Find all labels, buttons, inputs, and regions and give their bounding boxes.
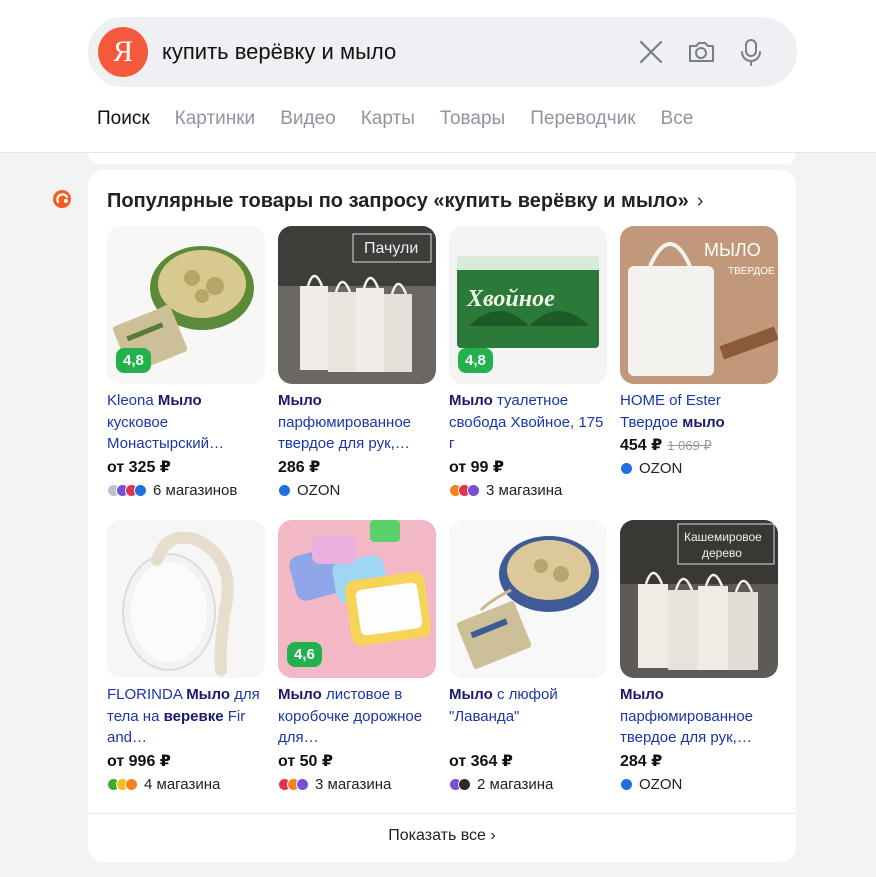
shop-logos-icon <box>620 462 633 475</box>
tab-1[interactable]: Картинки <box>175 108 256 130</box>
products-title-text[interactable]: Популярные товары по запросу «купить вер… <box>107 190 689 212</box>
product-price: 286 ₽ <box>278 458 321 476</box>
svg-text:Пачули: Пачули <box>364 240 418 257</box>
svg-text:дерево: дерево <box>702 546 742 560</box>
product-image[interactable] <box>449 520 607 678</box>
shops-info[interactable]: OZON <box>278 482 340 499</box>
rating-badge: 4,6 <box>287 642 322 667</box>
clear-icon[interactable] <box>636 37 666 67</box>
shop-logos-icon <box>278 483 291 497</box>
product-title[interactable]: Мыло листовое в коробочке дорожное для… <box>278 684 436 749</box>
search-bar[interactable]: Я купить верёвку и мыло <box>88 17 797 87</box>
product-price: от 50 ₽ <box>278 752 334 770</box>
rating-badge: 4,8 <box>116 348 151 373</box>
show-all-button[interactable]: Показать все › <box>88 827 796 845</box>
svg-text:ТВЕРДОЕ: ТВЕРДОЕ <box>728 266 775 277</box>
camera-icon[interactable] <box>686 37 716 67</box>
product-price: от 996 ₽ <box>107 752 171 770</box>
shops-info[interactable]: OZON <box>620 460 682 477</box>
product-image[interactable]: Кашемировое дерево <box>620 520 778 678</box>
svg-text:Кашемировое: Кашемировое <box>684 530 762 544</box>
product-title[interactable]: Мыло парфюмированное твердое для рук,… <box>620 684 778 749</box>
market-icon <box>52 189 72 209</box>
search-header: Я купить верёвку и мыло Поиск Картинки Вид… <box>0 0 876 153</box>
product-title[interactable]: Мыло с люфой "Лаванда" <box>449 684 607 727</box>
product-image[interactable] <box>107 520 265 678</box>
product-price: 284 ₽ <box>620 752 663 770</box>
previous-card-edge <box>88 153 796 164</box>
shops-info[interactable]: 4 магазина <box>107 776 220 793</box>
yandex-logo[interactable]: Я <box>98 27 148 77</box>
product-price: 454 ₽1 069 ₽ <box>620 437 712 454</box>
svg-text:МЫЛО: МЫЛО <box>704 240 761 260</box>
shop-logos-icon <box>449 777 471 791</box>
divider <box>88 813 796 814</box>
shops-info[interactable]: 3 магазина <box>278 776 391 793</box>
product-title[interactable]: Мыло парфюмированное твердое для рук,… <box>278 390 436 455</box>
tab-0[interactable]: Поиск <box>97 108 150 130</box>
product-title[interactable]: HOME of Ester Твердое мыло <box>620 390 778 433</box>
shop-logos-icon <box>107 777 138 791</box>
product-image[interactable]: Пачули <box>278 226 436 384</box>
product-title[interactable]: Мыло туалетное свобода Хвойное, 175 г <box>449 390 607 455</box>
tab-3[interactable]: Карты <box>361 108 415 130</box>
shops-info[interactable]: 3 магазина <box>449 482 562 499</box>
tab-4[interactable]: Товары <box>440 108 505 130</box>
tab-5[interactable]: Переводчик <box>530 108 635 130</box>
shops-info[interactable]: 2 магазина <box>449 776 553 793</box>
shops-info[interactable]: 6 магазинов <box>107 482 237 499</box>
chevron-right-icon: › <box>490 827 496 844</box>
shop-logos-icon <box>620 777 633 791</box>
product-title[interactable]: FLORINDA Мыло для тела на веревке Fir an… <box>107 684 265 749</box>
search-tabs: Поиск Картинки Видео Карты Товары Переводчик В… <box>97 108 718 130</box>
products-card: Популярные товары по запросу «купить вер… <box>88 170 796 862</box>
product-price: от 99 ₽ <box>449 458 505 476</box>
shop-logos-icon <box>278 777 309 791</box>
products-title[interactable]: Популярные товары по запросу «купить вер… <box>107 190 703 213</box>
mic-icon[interactable] <box>736 37 766 67</box>
product-price: от 364 ₽ <box>449 752 513 770</box>
shop-logos-icon <box>107 483 147 497</box>
product-title[interactable]: Kleona Мыло кусковое Монастырский… <box>107 390 265 455</box>
rating-badge: 4,8 <box>458 348 493 373</box>
shops-info[interactable]: OZON <box>620 776 682 793</box>
svg-text:Хвойное: Хвойное <box>466 286 555 312</box>
product-image[interactable]: МЫЛО ТВЕРДОЕ <box>620 226 778 384</box>
tab-2[interactable]: Видео <box>280 108 336 130</box>
search-input[interactable]: купить верёвку и мыло <box>162 39 396 65</box>
shop-logos-icon <box>449 483 480 497</box>
chevron-right-icon: › <box>696 190 704 212</box>
tab-6[interactable]: Все <box>661 108 694 130</box>
product-price: от 325 ₽ <box>107 458 171 476</box>
old-price: 1 069 ₽ <box>667 438 712 453</box>
